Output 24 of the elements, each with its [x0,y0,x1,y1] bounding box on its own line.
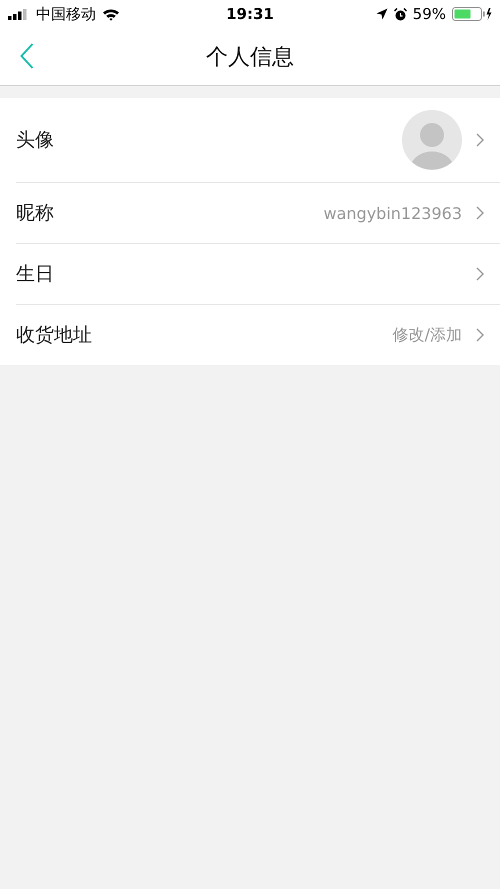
row-label: 昵称 [16,201,54,226]
status-time: 19:31 [226,5,274,23]
carrier-name: 中国移动 [36,4,96,24]
chevron-icon [476,133,484,147]
settings-row[interactable]: 头像 [16,98,500,183]
wifi-icon [102,8,120,20]
row-value: wangybin123963 [324,204,462,222]
battery-percent: 59% [412,5,446,23]
chevron-icon [476,267,484,281]
chevron-icon [476,328,484,342]
chevron-icon [476,206,484,220]
location-icon [376,8,388,20]
page-title: 个人信息 [206,44,294,72]
row-value: 修改/添加 [392,324,462,346]
settings-row[interactable]: 生日 [16,244,500,305]
row-label: 收货地址 [16,323,92,348]
row-label: 生日 [16,262,54,287]
alarm-icon [394,8,407,20]
settings-row[interactable]: 昵称 wangybin123963 [16,183,500,244]
avatar-icon [402,110,462,170]
row-label: 头像 [16,128,54,153]
settings-row[interactable]: 收货地址 修改/添加 [16,305,500,365]
battery-icon [452,7,492,21]
back-button[interactable] [20,43,34,69]
